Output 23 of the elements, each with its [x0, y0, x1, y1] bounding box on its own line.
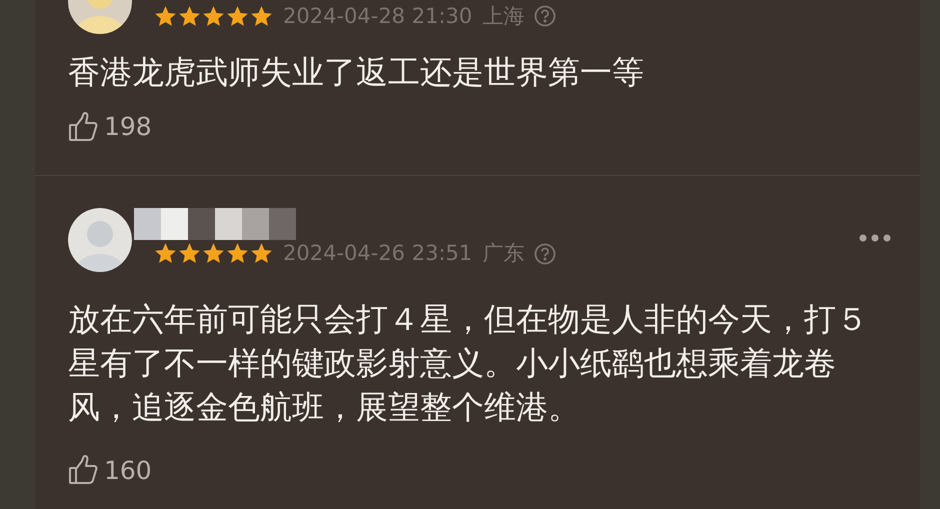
- star-icon: [250, 242, 273, 266]
- help-icon[interactable]: [534, 242, 556, 265]
- star-icon: [202, 4, 225, 28]
- comment-date: 2024-04-26 23:51: [283, 240, 472, 267]
- star-icon: [178, 242, 201, 266]
- comment-location: 上海: [482, 2, 524, 30]
- star-icon: [250, 4, 273, 28]
- comment-date: 2024-04-28 21:30: [283, 2, 472, 30]
- star-icon: [226, 4, 249, 28]
- comment-text: 香港龙虎武师失业了返工还是世界第一等: [68, 52, 645, 93]
- like-count: 198: [104, 111, 152, 143]
- star-icon: [154, 242, 177, 266]
- star-icon: [226, 242, 249, 266]
- comment-text: 放在六年前可能只会打４星，但在物是人非的今天，打５星有了不一样的键政影射意义。小小纸鹞也想乘着龙卷风，追逐金色航班，展望整个维港。: [68, 298, 869, 428]
- more-icon[interactable]: [858, 232, 892, 242]
- star-icon: [154, 4, 177, 28]
- star-icon: [178, 4, 201, 28]
- thumbs-up-icon[interactable]: [68, 454, 100, 486]
- like-count: 160: [104, 454, 152, 486]
- thumbs-up-icon[interactable]: [68, 110, 100, 143]
- help-icon[interactable]: [534, 5, 556, 28]
- comment-location: 广东: [482, 240, 524, 267]
- star-icon: [202, 242, 225, 266]
